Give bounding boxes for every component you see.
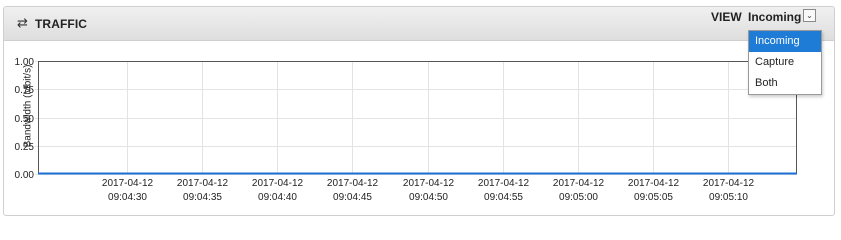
x-tick-time-label: 09:04:40 xyxy=(258,192,297,203)
x-tick-time-label: 09:04:55 xyxy=(484,192,523,203)
x-tick-date-label: 2017-04-12 xyxy=(327,178,379,189)
y-tick-label: 0.00 xyxy=(15,170,35,181)
x-tick-time-label: 09:05:10 xyxy=(709,192,748,203)
x-tick-date-label: 2017-04-12 xyxy=(252,178,304,189)
x-tick-time-label: 09:04:30 xyxy=(108,192,147,203)
x-tick-date-label: 2017-04-12 xyxy=(102,178,154,189)
x-tick-time-label: 09:04:35 xyxy=(183,192,222,203)
x-tick-date-label: 2017-04-12 xyxy=(628,178,680,189)
x-tick-time-label: 09:04:45 xyxy=(333,192,372,203)
y-axis-title: Bandwidth (Mbit/s) xyxy=(22,64,34,148)
x-tick-date-label: 2017-04-12 xyxy=(177,178,229,189)
view-dropdown-menu: Incoming Capture Both xyxy=(748,30,822,95)
x-tick-time-label: 09:04:50 xyxy=(409,192,448,203)
dropdown-option-capture[interactable]: Capture xyxy=(749,52,821,73)
x-tick-date-label: 2017-04-12 xyxy=(703,178,755,189)
dropdown-option-both[interactable]: Both xyxy=(749,73,821,94)
x-tick-date-label: 2017-04-12 xyxy=(403,178,455,189)
x-tick-time-label: 09:05:00 xyxy=(559,192,598,203)
x-tick-date-label: 2017-04-12 xyxy=(478,178,530,189)
chart-svg: 1.000.750.500.250.002017-04-1209:04:3020… xyxy=(15,57,797,203)
dropdown-option-incoming[interactable]: Incoming xyxy=(749,31,821,52)
bandwidth-chart: 1.00 0.75 0.50 0.25 0.00 2017-04-12 09:04:30 20… xyxy=(0,0,841,221)
x-tick-date-label: 2017-04-12 xyxy=(553,178,605,189)
x-tick-time-label: 09:05:05 xyxy=(634,192,673,203)
